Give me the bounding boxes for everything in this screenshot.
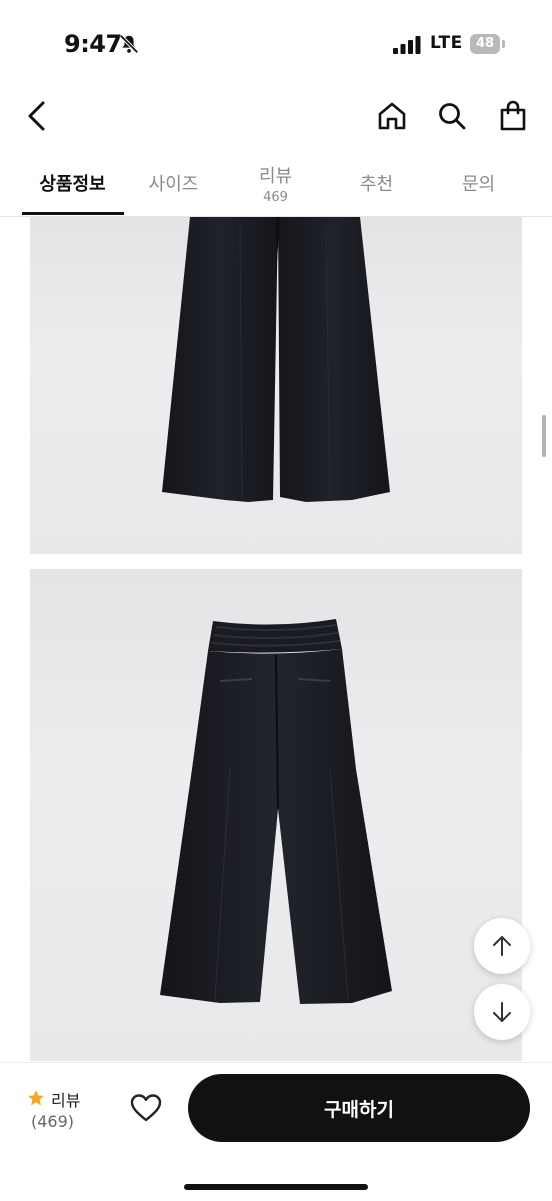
tab-recommend[interactable]: 추천 (326, 150, 427, 216)
tab-review[interactable]: 리뷰 469 (225, 150, 326, 216)
signal-icon (393, 36, 421, 54)
active-tab-indicator (22, 212, 124, 215)
tab-bar: 상품정보 사이즈 리뷰 469 추천 문의 (0, 150, 552, 217)
star-icon (28, 1090, 44, 1106)
home-button[interactable] (372, 96, 412, 136)
arrow-up-icon (493, 936, 511, 956)
tab-label: 사이즈 (148, 174, 199, 195)
network-label: LTE (430, 33, 463, 53)
pants-back-illustration (160, 619, 392, 1004)
wishlist-button[interactable] (126, 1088, 166, 1128)
pants-legs-illustration (162, 217, 390, 502)
scroll-to-top-button[interactable] (474, 918, 530, 974)
bell-slash-icon (119, 34, 139, 54)
back-button[interactable] (18, 96, 58, 136)
tab-label: 상품정보 (39, 174, 106, 195)
tab-label: 문의 (461, 174, 496, 195)
search-button[interactable] (432, 96, 472, 136)
tab-label: 리뷰 (258, 165, 293, 187)
product-image-pants-legs (30, 217, 522, 554)
shopping-bag-button[interactable] (493, 96, 533, 136)
status-bar: 9:47 LTE 48 (0, 0, 552, 90)
shopping-bag-icon (500, 100, 526, 131)
search-icon (439, 103, 466, 130)
tab-size[interactable]: 사이즈 (123, 150, 224, 216)
heart-icon (130, 1094, 162, 1122)
scroll-to-bottom-button[interactable] (474, 984, 530, 1040)
battery-nub (502, 40, 505, 48)
tab-product-info[interactable]: 상품정보 (22, 150, 123, 216)
review-count[interactable]: (469) (31, 1112, 74, 1131)
buy-button[interactable]: 구매하기 (188, 1074, 530, 1142)
back-icon (28, 101, 45, 131)
tab-review-count: 469 (263, 189, 288, 205)
status-time: 9:47 (64, 30, 122, 58)
home-icon (378, 102, 406, 130)
battery-indicator: 48 (470, 34, 500, 54)
review-label[interactable]: 리뷰 (51, 1087, 80, 1111)
tab-label: 추천 (359, 174, 394, 195)
home-indicator[interactable] (184, 1184, 368, 1190)
scroll-indicator[interactable] (542, 415, 546, 457)
arrow-down-icon (493, 1002, 511, 1022)
product-image-pants-back (30, 569, 522, 1061)
tab-inquiry[interactable]: 문의 (428, 150, 529, 216)
